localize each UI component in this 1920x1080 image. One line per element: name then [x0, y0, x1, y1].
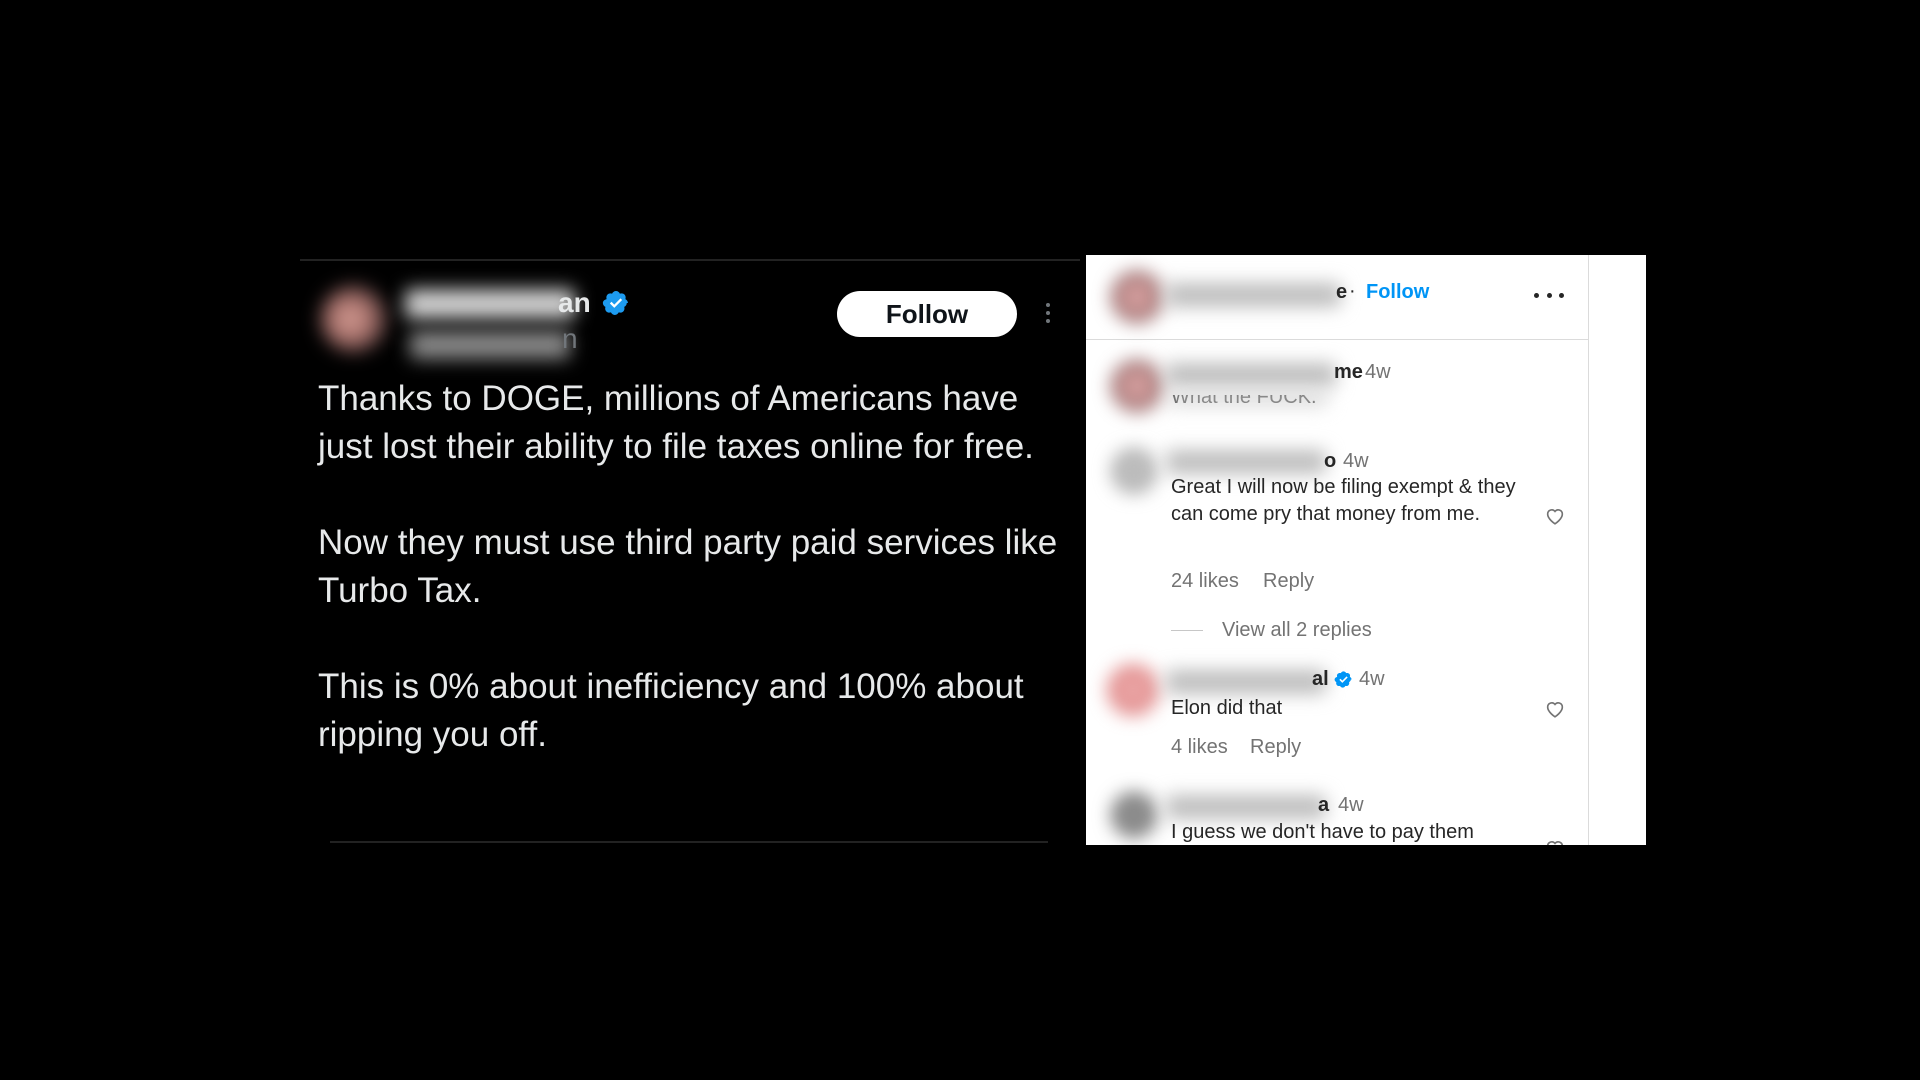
blurred-username	[1166, 450, 1326, 474]
comment-username[interactable]: o	[1324, 450, 1336, 473]
post-header: e · Follow	[1086, 255, 1588, 340]
ig-more-icon[interactable]	[1534, 293, 1564, 301]
comment-username[interactable]: al	[1312, 668, 1329, 691]
blurred-username	[1166, 795, 1326, 819]
comment-text: I guess we don't have to pay them	[1171, 821, 1474, 843]
blurred-username	[1166, 283, 1341, 307]
blurred-username	[1166, 670, 1326, 694]
blur-overlay	[1168, 392, 1328, 406]
separator-dot: ·	[1349, 280, 1356, 302]
reply-button[interactable]: Reply	[1250, 736, 1301, 759]
post-text: Thanks to DOGE, millions of Americans ha…	[318, 375, 1078, 807]
comment-text: Elon did that	[1171, 697, 1283, 719]
ig-heart-icon[interactable]	[1543, 837, 1567, 845]
handle[interactable]: n	[562, 323, 578, 355]
comments-column: e · Follow me 4w What the FUCK. o 4w Gre…	[1086, 255, 1589, 845]
comment-username[interactable]: me	[1334, 361, 1363, 384]
avatar[interactable]	[320, 285, 388, 353]
comment-text: Great I will now be filing exempt & they…	[1171, 476, 1516, 525]
x-post-card: an n Follow Thanks to DOGE, millions of …	[300, 259, 1080, 845]
blurred-username	[1166, 363, 1336, 387]
username[interactable]: e	[1336, 281, 1347, 304]
comment-username[interactable]: a	[1318, 794, 1329, 817]
divider	[300, 259, 1080, 261]
x-more-icon[interactable]	[1040, 299, 1056, 331]
avatar[interactable]	[1108, 665, 1158, 715]
reply-button[interactable]: Reply	[1263, 570, 1314, 593]
follow-button[interactable]: Follow	[837, 291, 1017, 337]
like-count[interactable]: 24 likes	[1171, 570, 1239, 593]
post-paragraph: Now they must use third party paid servi…	[318, 523, 1058, 610]
post-paragraph: This is 0% about inefficiency and 100% a…	[318, 667, 1024, 754]
comment-time[interactable]: 4w	[1365, 361, 1391, 384]
divider	[330, 841, 1048, 843]
avatar[interactable]	[1112, 272, 1162, 322]
post-paragraph: Thanks to DOGE, millions of Americans ha…	[318, 379, 1034, 466]
ig-heart-icon[interactable]	[1543, 698, 1567, 720]
replies-line	[1171, 630, 1203, 631]
display-name[interactable]: an	[558, 287, 591, 319]
avatar[interactable]	[1112, 449, 1156, 493]
follow-link[interactable]: Follow	[1366, 281, 1429, 304]
ig-heart-icon[interactable]	[1543, 505, 1567, 527]
comment-time[interactable]: 4w	[1343, 450, 1369, 473]
instagram-comments-panel: e · Follow me 4w What the FUCK. o 4w Gre…	[1086, 255, 1646, 845]
avatar[interactable]	[1112, 361, 1162, 411]
ig-verified-icon	[1334, 671, 1352, 688]
comment-time[interactable]: 4w	[1338, 794, 1364, 817]
x-verified-icon	[602, 291, 628, 315]
comment-time[interactable]: 4w	[1359, 668, 1385, 691]
blurred-handle	[410, 331, 570, 359]
like-count[interactable]: 4 likes	[1171, 736, 1228, 759]
avatar[interactable]	[1112, 793, 1156, 837]
blurred-display-name	[405, 289, 575, 319]
view-replies-link[interactable]: View all 2 replies	[1222, 619, 1372, 642]
